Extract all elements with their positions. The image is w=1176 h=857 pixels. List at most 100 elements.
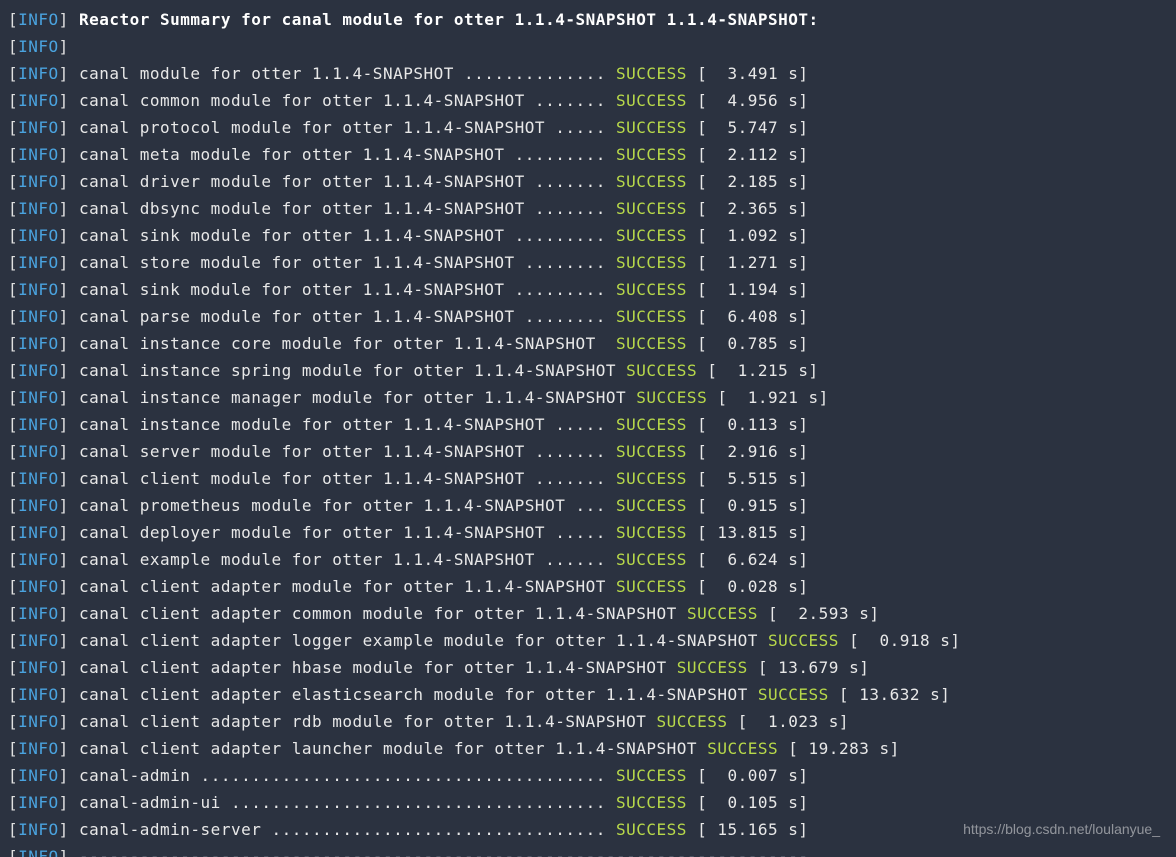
module-dots (646, 712, 656, 731)
module-name: canal example module for otter 1.1.4-SNA… (79, 550, 535, 569)
log-line-module: [INFO] canal client adapter launcher mod… (8, 735, 1168, 762)
module-status: SUCCESS (758, 685, 829, 704)
module-dots: ......... (505, 280, 616, 299)
module-dots (697, 739, 707, 758)
module-dots: ........ (515, 307, 616, 326)
module-dots: ....... (525, 442, 616, 461)
module-dots (626, 388, 636, 407)
log-line-module: [INFO] canal driver module for otter 1.1… (8, 168, 1168, 195)
module-status: SUCCESS (616, 145, 687, 164)
module-time: [ 2.365 s] (687, 199, 809, 218)
log-line-module: [INFO] canal store module for otter 1.1.… (8, 249, 1168, 276)
module-time: [ 5.515 s] (687, 469, 809, 488)
module-name: canal dbsync module for otter 1.1.4-SNAP… (79, 199, 525, 218)
watermark: https://blog.csdn.net/loulanyue_ (963, 816, 1160, 843)
module-time: [ 5.747 s] (687, 118, 809, 137)
log-line-blank: [INFO] (8, 33, 1168, 60)
module-dots: ........................................ (190, 766, 616, 785)
module-name: canal client adapter module for otter 1.… (79, 577, 606, 596)
module-time: [ 1.023 s] (727, 712, 849, 731)
module-time: [ 1.194 s] (687, 280, 809, 299)
module-name: canal common module for otter 1.1.4-SNAP… (79, 91, 525, 110)
module-name: canal store module for otter 1.1.4-SNAPS… (79, 253, 515, 272)
module-status: SUCCESS (616, 820, 687, 839)
module-dots: ......... (505, 145, 616, 164)
module-status: SUCCESS (616, 523, 687, 542)
module-name: canal sink module for otter 1.1.4-SNAPSH… (79, 280, 505, 299)
module-dots: ....... (525, 199, 616, 218)
module-time: [ 13.679 s] (748, 658, 870, 677)
module-time: [ 6.408 s] (687, 307, 809, 326)
log-line-module: [INFO] canal dbsync module for otter 1.1… (8, 195, 1168, 222)
module-status: SUCCESS (616, 307, 687, 326)
module-name: canal client adapter launcher module for… (79, 739, 697, 758)
module-status: SUCCESS (768, 631, 839, 650)
log-line-module: [INFO] canal protocol module for otter 1… (8, 114, 1168, 141)
module-status: SUCCESS (616, 550, 687, 569)
module-dots (758, 631, 768, 650)
module-status: SUCCESS (616, 334, 687, 353)
log-line-module: [INFO] canal deployer module for otter 1… (8, 519, 1168, 546)
module-dots: ...... (535, 550, 616, 569)
module-status: SUCCESS (616, 442, 687, 461)
module-time: [ 1.921 s] (707, 388, 829, 407)
module-status: SUCCESS (616, 172, 687, 191)
log-line-module: [INFO] canal module for otter 1.1.4-SNAP… (8, 60, 1168, 87)
log-line-module: [INFO] canal common module for otter 1.1… (8, 87, 1168, 114)
log-line-module: [INFO] canal instance manager module for… (8, 384, 1168, 411)
module-name: canal client adapter hbase module for ot… (79, 658, 667, 677)
module-name: canal parse module for otter 1.1.4-SNAPS… (79, 307, 515, 326)
log-line-module: [INFO] canal instance spring module for … (8, 357, 1168, 384)
module-status: SUCCESS (687, 604, 758, 623)
log-line-module: [INFO] canal-admin .....................… (8, 762, 1168, 789)
log-line-module: [INFO] canal client adapter rdb module f… (8, 708, 1168, 735)
log-line-module: [INFO] canal instance module for otter 1… (8, 411, 1168, 438)
module-status: SUCCESS (657, 712, 728, 731)
module-time: [ 0.105 s] (687, 793, 809, 812)
module-time: [ 0.028 s] (687, 577, 809, 596)
log-line-module: [INFO] canal client module for otter 1.1… (8, 465, 1168, 492)
module-name: canal client adapter elasticsearch modul… (79, 685, 748, 704)
log-line-module: [INFO] canal server module for otter 1.1… (8, 438, 1168, 465)
module-time: [ 0.915 s] (687, 496, 809, 515)
module-name: canal prometheus module for otter 1.1.4-… (79, 496, 565, 515)
log-line-module: [INFO] canal client adapter logger examp… (8, 627, 1168, 654)
log-line-module: [INFO] canal sink module for otter 1.1.4… (8, 276, 1168, 303)
module-name: canal driver module for otter 1.1.4-SNAP… (79, 172, 525, 191)
module-name: canal-admin-ui (79, 793, 221, 812)
module-dots: ......... (505, 226, 616, 245)
module-status: SUCCESS (616, 793, 687, 812)
module-status: SUCCESS (707, 739, 778, 758)
log-line-module: [INFO] canal example module for otter 1.… (8, 546, 1168, 573)
module-dots: ....... (525, 91, 616, 110)
module-name: canal instance manager module for otter … (79, 388, 626, 407)
module-time: [ 2.593 s] (758, 604, 880, 623)
module-dots: ..... (545, 118, 616, 137)
module-time: [ 15.165 s] (687, 820, 809, 839)
module-status: SUCCESS (616, 199, 687, 218)
module-time: [ 13.815 s] (687, 523, 809, 542)
module-dots: ....... (525, 469, 616, 488)
log-line-module: [INFO] canal instance core module for ot… (8, 330, 1168, 357)
log-line-module: [INFO] canal sink module for otter 1.1.4… (8, 222, 1168, 249)
module-name: canal protocol module for otter 1.1.4-SN… (79, 118, 545, 137)
module-dots: ....... (525, 172, 616, 191)
reactor-summary-header: Reactor Summary for canal module for ott… (79, 10, 819, 29)
module-dots: ..... (545, 523, 616, 542)
module-name: canal client adapter common module for o… (79, 604, 677, 623)
module-dots (667, 658, 677, 677)
module-status: SUCCESS (616, 496, 687, 515)
log-line-module: [INFO] canal client adapter hbase module… (8, 654, 1168, 681)
terminal-output: [INFO] Reactor Summary for canal module … (0, 0, 1176, 857)
module-time: [ 4.956 s] (687, 91, 809, 110)
module-time: [ 0.785 s] (687, 334, 809, 353)
module-name: canal client adapter logger example modu… (79, 631, 758, 650)
module-name: canal sink module for otter 1.1.4-SNAPSH… (79, 226, 505, 245)
log-line-header: [INFO] Reactor Summary for canal module … (8, 6, 1168, 33)
module-dots: ........ (515, 253, 616, 272)
module-time: [ 3.491 s] (687, 64, 809, 83)
module-dots (606, 577, 616, 596)
module-status: SUCCESS (616, 226, 687, 245)
module-name: canal meta module for otter 1.1.4-SNAPSH… (79, 145, 505, 164)
module-time: [ 2.916 s] (687, 442, 809, 461)
